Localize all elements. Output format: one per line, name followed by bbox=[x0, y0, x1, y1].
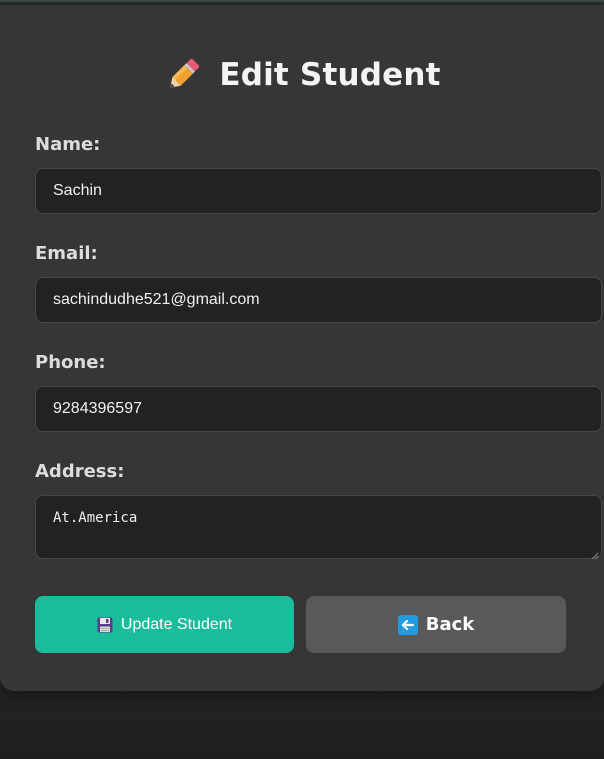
address-label: Address: bbox=[35, 461, 125, 482]
left-arrow-icon bbox=[397, 614, 418, 635]
name-input[interactable]: Sachin bbox=[35, 168, 602, 214]
email-input[interactable]: sachindudhe521@gmail.com bbox=[35, 277, 602, 323]
edit-student-card: Edit Student Name: Sachin Email: sachind… bbox=[0, 5, 604, 691]
pencil-icon bbox=[163, 55, 203, 95]
title-row: Edit Student bbox=[0, 53, 604, 97]
back-button[interactable]: Back bbox=[306, 596, 566, 653]
floppy-disk-icon bbox=[97, 617, 113, 633]
update-student-label: Update Student bbox=[120, 615, 233, 633]
resize-grip-icon[interactable] bbox=[591, 548, 599, 560]
phone-input[interactable]: 9284396597 bbox=[35, 386, 602, 432]
back-label: Back bbox=[425, 614, 475, 635]
name-label: Name: bbox=[35, 134, 101, 155]
phone-label: Phone: bbox=[35, 352, 106, 373]
update-student-button[interactable]: Update Student bbox=[35, 596, 294, 653]
address-textarea[interactable]: At.America bbox=[35, 495, 602, 560]
email-label: Email: bbox=[35, 243, 98, 264]
page-title: Edit Student bbox=[219, 57, 441, 93]
address-value: At.America bbox=[53, 510, 138, 526]
top-divider bbox=[0, 0, 604, 2]
